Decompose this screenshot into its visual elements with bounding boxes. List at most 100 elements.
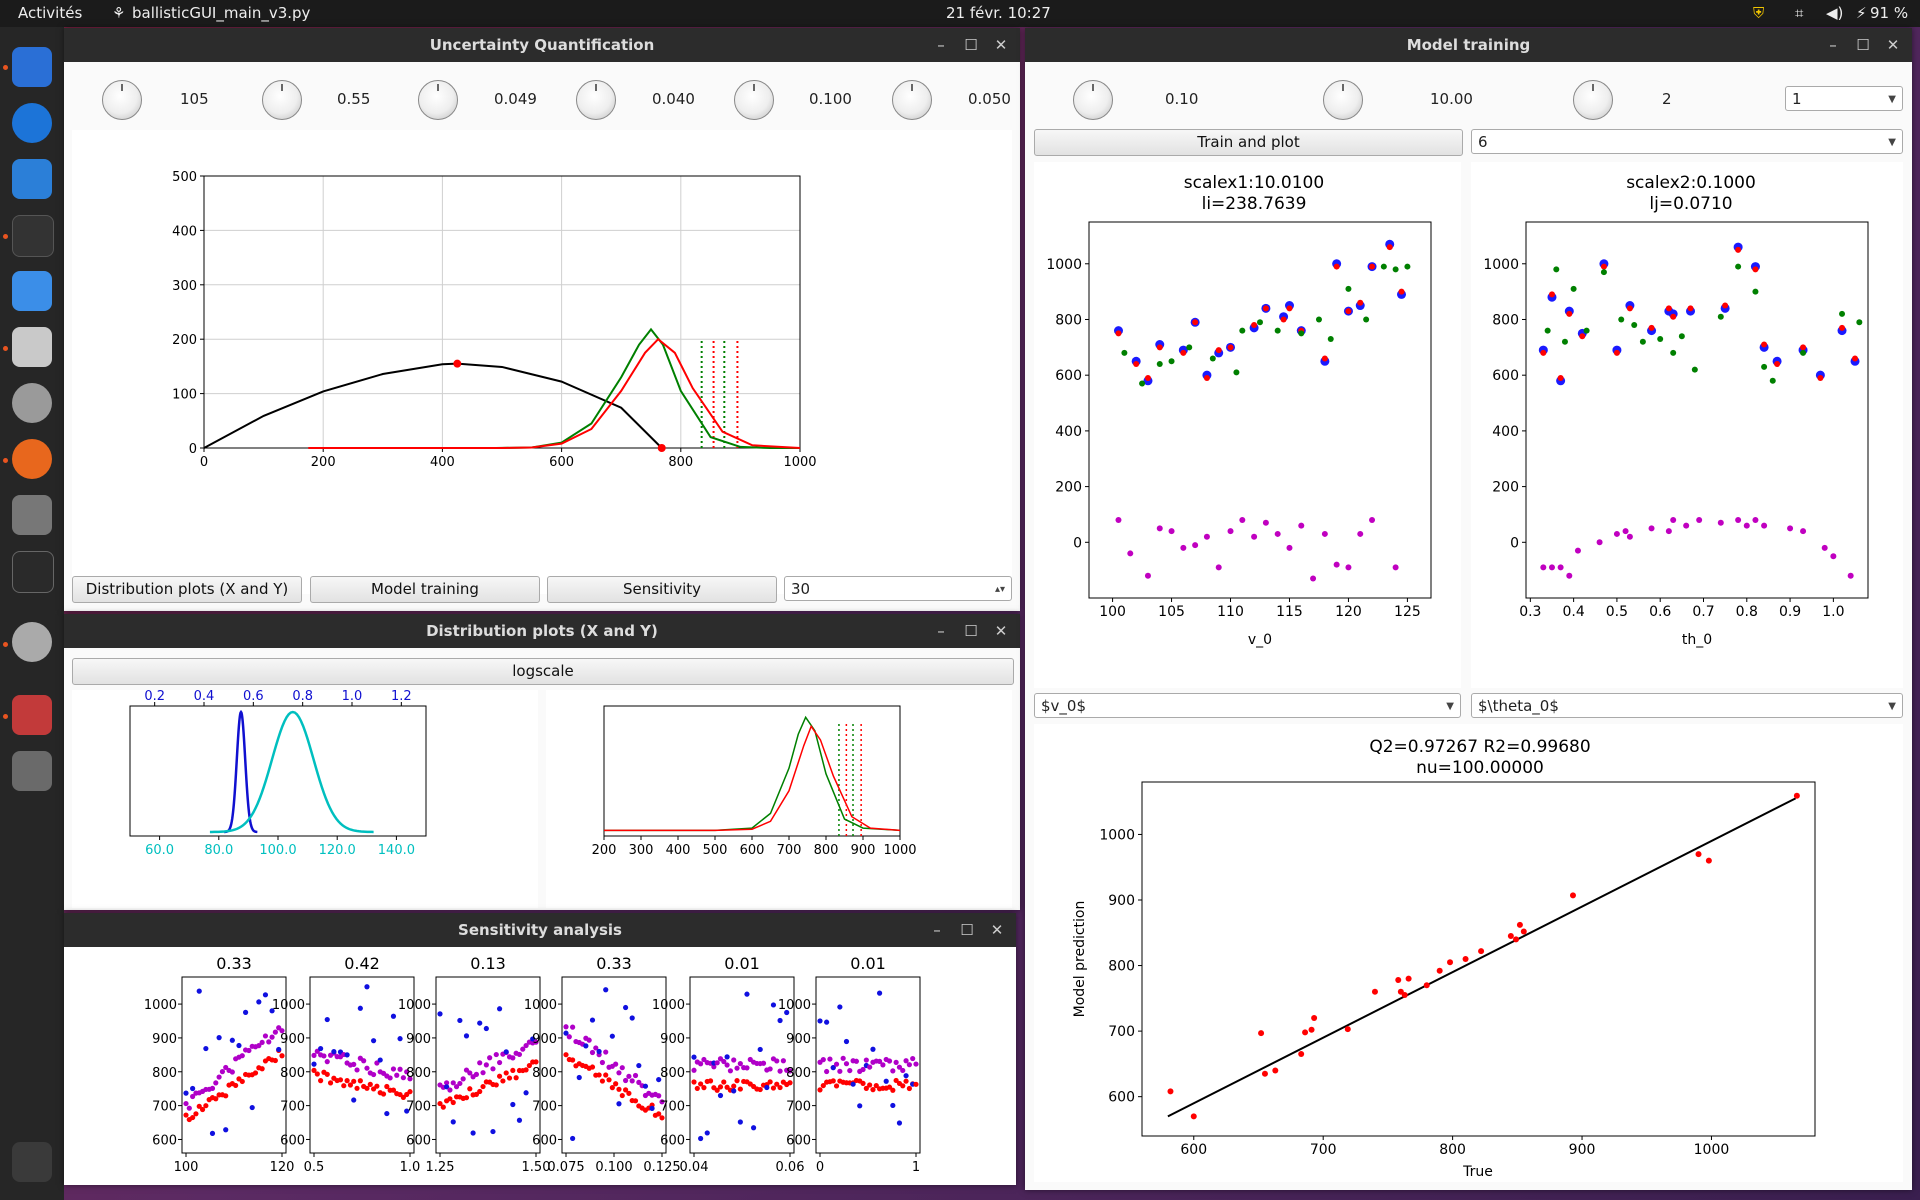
calendar-icon[interactable] xyxy=(12,47,52,87)
battery-icon[interactable]: ⚡ xyxy=(1856,4,1867,22)
param3-value: 0.049 xyxy=(494,90,537,108)
mt-title: Model training xyxy=(1406,36,1531,54)
sensitivity-point-red xyxy=(354,1085,360,1091)
training-size-select[interactable]: 6 ▼ xyxy=(1471,129,1903,154)
sensitivity-point-red xyxy=(367,1081,373,1087)
gp-point-3 xyxy=(1227,528,1234,535)
close-icon[interactable]: ✕ xyxy=(986,614,1016,648)
x1-variable-select[interactable]: $v_0$ ▼ xyxy=(1034,693,1461,718)
y-tick-label: 700 xyxy=(280,1100,305,1115)
y-tick-label: 100 xyxy=(172,388,197,403)
maximize-icon[interactable]: ☐ xyxy=(952,913,982,947)
sensitivity-point-mean xyxy=(483,1062,489,1068)
network-icon[interactable]: ⌗ xyxy=(1795,4,1803,22)
gp-x2-chart: scalex2:0.1000lj=0.0710 0.3 0.4 0.5 0.6 0.7 0.… xyxy=(1483,173,1869,648)
gp-point-1 xyxy=(1180,349,1187,356)
y-tick-label: 800 xyxy=(152,1066,177,1081)
close-icon[interactable]: ✕ xyxy=(982,913,1012,947)
scale-knob[interactable] xyxy=(1073,80,1113,120)
v0-knob[interactable] xyxy=(102,80,142,120)
sensitivity-point-mean xyxy=(259,1039,265,1046)
gp-point-3 xyxy=(1566,572,1573,579)
sensitivity-point-blue xyxy=(777,1017,783,1024)
sensitivity-point-red xyxy=(193,1111,199,1117)
sensitivity-point-mean xyxy=(619,1065,625,1071)
gp-point-3 xyxy=(1144,572,1151,579)
minimize-icon[interactable]: – xyxy=(926,28,956,62)
gp-point-3 xyxy=(1180,544,1187,551)
maximize-icon[interactable]: ☐ xyxy=(956,614,986,648)
files-icon[interactable] xyxy=(12,327,52,367)
close-icon[interactable]: ✕ xyxy=(1878,28,1908,62)
distribution-plots-button[interactable]: Distribution plots (X and Y) xyxy=(72,576,302,603)
x2-variable-select[interactable]: $\theta_0$ ▼ xyxy=(1471,693,1903,718)
logscale-button[interactable]: logscale xyxy=(72,658,1014,685)
y-tick-label: 400 xyxy=(1055,424,1082,440)
param5-knob[interactable] xyxy=(734,80,774,120)
x-tick-label: 0.8 xyxy=(1736,604,1758,620)
x-tick-label: 0.100 xyxy=(595,1160,632,1175)
spin-arrows-icon[interactable]: ▴▾ xyxy=(995,577,1005,602)
sensitivity-button[interactable]: Sensitivity xyxy=(547,576,777,603)
app-grid-icon[interactable] xyxy=(12,1142,52,1182)
thunderbird-icon[interactable] xyxy=(12,103,52,143)
firefox-icon[interactable] xyxy=(12,439,52,479)
x-tick-label: 600 xyxy=(549,455,574,470)
sensitivity-point-red xyxy=(659,1115,665,1121)
sensitivity-point-red xyxy=(239,1078,245,1085)
sensitivity-point-red xyxy=(734,1078,740,1084)
maximize-icon[interactable]: ☐ xyxy=(956,28,986,62)
sample-size-spinbox[interactable]: 30 ▴▾ xyxy=(784,576,1012,601)
nu-value: 10.00 xyxy=(1430,90,1473,108)
shield-icon[interactable]: ⛨ xyxy=(1753,4,1764,22)
volume-icon[interactable]: ◀) xyxy=(1826,4,1843,22)
y-tick-label: 800 xyxy=(1055,312,1082,328)
minimize-icon[interactable]: – xyxy=(922,913,952,947)
y-tick-label: 600 xyxy=(532,1133,557,1148)
param6-knob[interactable] xyxy=(892,80,932,120)
train-and-plot-button[interactable]: Train and plot xyxy=(1034,129,1463,156)
writer-icon[interactable] xyxy=(12,159,52,199)
software-icon[interactable] xyxy=(12,383,52,423)
close-icon[interactable]: ✕ xyxy=(986,28,1016,62)
gp-title-line1: scalex2:0.1000 xyxy=(1626,173,1756,193)
settings-icon[interactable] xyxy=(12,622,52,662)
theta0-knob[interactable] xyxy=(262,80,302,120)
param3-knob[interactable] xyxy=(418,80,458,120)
app-menu[interactable]: ballisticGUI_main_v3.py xyxy=(132,4,310,22)
kernel-select[interactable]: 1 ▼ xyxy=(1785,86,1903,111)
minimize-icon[interactable]: – xyxy=(1818,28,1848,62)
sensitivity-point-red xyxy=(467,1086,473,1092)
sensitivity-point-mean xyxy=(516,1051,523,1058)
y-tick-label: 700 xyxy=(786,1100,811,1115)
texmaker-icon[interactable] xyxy=(12,495,52,535)
nu-knob[interactable] xyxy=(1323,80,1363,120)
sensitivity-point-blue xyxy=(203,1045,209,1052)
output-density-1 xyxy=(604,724,901,832)
inkscape-icon[interactable] xyxy=(12,551,54,593)
param4-knob[interactable] xyxy=(576,80,616,120)
sensitivity-point-red xyxy=(767,1079,773,1085)
sensitivity-point-blue xyxy=(397,1036,403,1042)
x-tick-label: 600 xyxy=(740,843,765,858)
gp-point-2 xyxy=(1315,316,1322,323)
sensitivity-point-blue xyxy=(642,1083,649,1089)
sensitivity-point-red xyxy=(477,1088,483,1095)
maximize-icon[interactable]: ☐ xyxy=(1848,28,1878,62)
sensitivity-point-blue xyxy=(311,1061,317,1067)
model-training-button[interactable]: Model training xyxy=(310,576,540,603)
jabref-icon[interactable] xyxy=(12,695,52,735)
clock[interactable]: 21 févr. 10:27 xyxy=(946,4,1051,22)
trajectory-panel: 0 200 400 600 800 1000 0 100 200 300 400 500 xyxy=(72,130,1012,594)
activities-button[interactable]: Activités xyxy=(18,4,82,22)
terminal-icon[interactable] xyxy=(12,215,54,257)
sensitivity-point-mean xyxy=(387,1075,393,1081)
x-tick-label: 0.125 xyxy=(643,1160,680,1175)
minimize-icon[interactable]: – xyxy=(926,614,956,648)
gp-point-3 xyxy=(1192,542,1199,549)
trash-icon[interactable] xyxy=(12,751,52,791)
sensitivity-point-mean xyxy=(570,1024,576,1030)
order-knob[interactable] xyxy=(1573,80,1613,120)
text-editor-icon[interactable] xyxy=(12,271,52,311)
x-tick-label: 1.50 xyxy=(522,1160,551,1175)
